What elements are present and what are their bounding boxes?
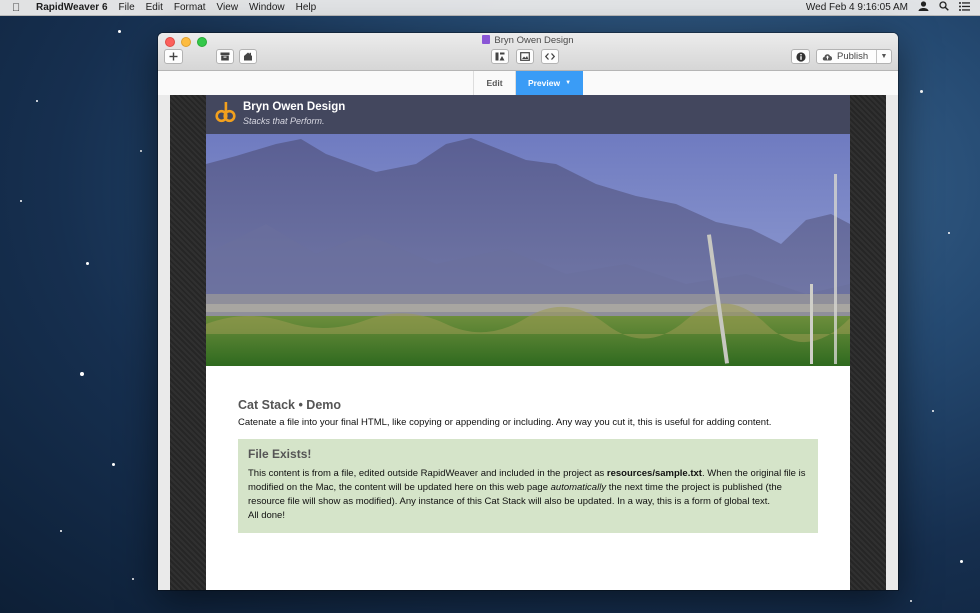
add-page-button[interactable] — [164, 49, 183, 64]
site-tagline: Stacks that Perform. — [243, 116, 325, 126]
web-preview: Bryn Owen Design Stacks that Perform. Ca… — [158, 95, 898, 590]
tab-preview-label: Preview — [527, 78, 561, 88]
info-icon — [795, 51, 806, 62]
tab-preview[interactable]: Preview ▼ — [516, 71, 583, 95]
content-heading: Cat Stack • Demo — [238, 398, 342, 412]
menu-app-name[interactable]: RapidWeaver 6 — [36, 2, 108, 13]
user-icon[interactable] — [918, 1, 929, 14]
mode-tab-bar: Edit Preview ▼ — [158, 71, 898, 96]
window-title: Bryn Owen Design — [158, 35, 898, 46]
menubar-clock[interactable]: Wed Feb 4 9:16:05 AM — [806, 2, 908, 13]
notification-center-icon[interactable] — [959, 1, 970, 14]
menu-edit[interactable]: Edit — [146, 2, 163, 13]
menu-file[interactable]: File — [119, 2, 135, 13]
image-icon — [520, 52, 530, 61]
publish-button[interactable]: Publish ▼ — [816, 49, 892, 64]
tab-edit[interactable]: Edit — [473, 71, 516, 95]
code-view-button[interactable] — [541, 49, 559, 64]
page-inspector-button[interactable] — [491, 49, 509, 64]
home-icon — [244, 52, 252, 61]
file-exists-text: This content is from a file, edited outs… — [248, 467, 806, 521]
plus-icon — [169, 52, 178, 61]
resources-button[interactable] — [216, 49, 234, 64]
all-done-text: All done! — [248, 509, 285, 521]
file-exists-box: File Exists! This content is from a file… — [238, 438, 818, 533]
publish-label: Publish — [837, 51, 869, 62]
spotlight-search-icon[interactable] — [939, 1, 949, 14]
rapidweaver-window: Bryn Owen Design Publish ▼ Edit Preview … — [158, 33, 898, 590]
menu-bar:  RapidWeaver 6 File Edit Format View Wi… — [0, 0, 980, 16]
theme-button[interactable] — [239, 49, 257, 64]
page-content: Cat Stack • Demo Catenate a file into yo… — [206, 366, 850, 533]
site-header: Bryn Owen Design Stacks that Perform. — [206, 95, 850, 134]
archive-box-icon — [220, 52, 230, 61]
publish-menu-chevron-icon[interactable]: ▼ — [876, 50, 891, 63]
media-button[interactable] — [516, 49, 534, 64]
resource-file-path: resources/sample.txt — [606, 467, 702, 479]
menu-window[interactable]: Window — [249, 2, 285, 13]
preview-dropdown-chevron-icon: ▼ — [565, 80, 572, 86]
intro-paragraph: Catenate a file into your final HTML, li… — [238, 417, 772, 428]
menu-view[interactable]: View — [217, 2, 239, 13]
site-logo-icon — [215, 102, 236, 123]
file-exists-title: File Exists! — [248, 446, 312, 461]
window-titlebar: Bryn Owen Design Publish ▼ — [158, 33, 898, 71]
menu-format[interactable]: Format — [174, 2, 206, 13]
hero-mountain-image — [206, 134, 850, 366]
menu-help[interactable]: Help — [296, 2, 317, 13]
code-brackets-icon — [545, 53, 555, 60]
document-icon — [482, 35, 491, 44]
site-title[interactable]: Bryn Owen Design — [243, 101, 345, 113]
layout-icon — [495, 52, 505, 61]
apple-menu-icon[interactable]:  — [12, 2, 26, 14]
theme-background: Bryn Owen Design Stacks that Perform. Ca… — [170, 95, 886, 590]
cloud-upload-icon — [822, 54, 833, 61]
site-page: Bryn Owen Design Stacks that Perform. Ca… — [206, 95, 850, 590]
info-button[interactable] — [791, 49, 810, 64]
